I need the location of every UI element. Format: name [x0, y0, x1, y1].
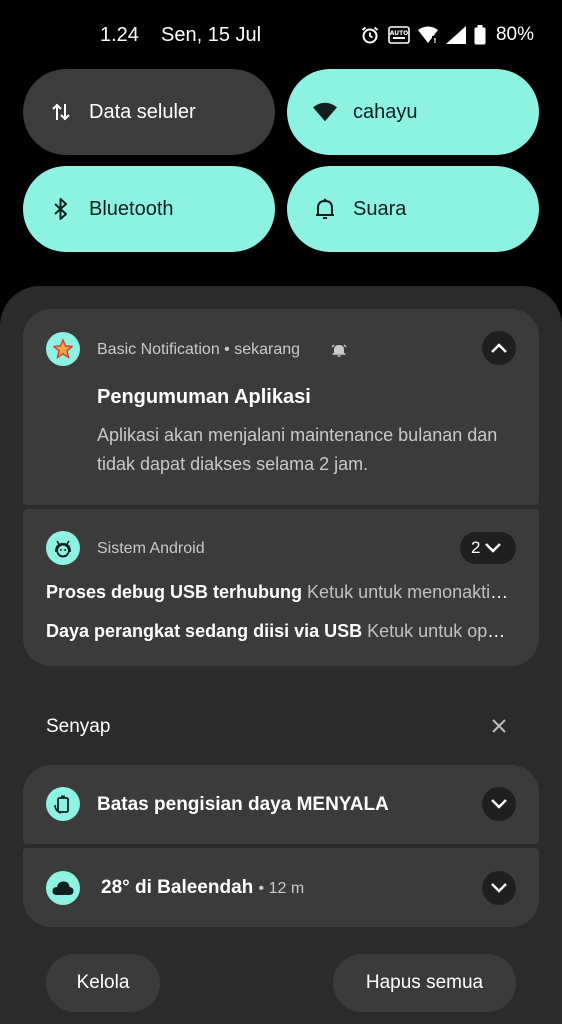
notification-title: Batas pengisian daya MENYALA — [97, 794, 389, 815]
collapse-button[interactable] — [482, 331, 516, 365]
tile-bluetooth[interactable]: Bluetooth — [23, 166, 275, 252]
bell-icon — [313, 197, 337, 221]
tile-label: cahayu — [353, 100, 418, 123]
battery-icon — [474, 25, 486, 45]
notification-title: 28° di Baleendah • 12 m — [101, 877, 305, 898]
list-item[interactable]: Daya perangkat sedang diisi via USB Ketu… — [46, 621, 512, 642]
manage-button[interactable]: Kelola — [46, 954, 160, 1012]
list-item-text: Ketuk untuk opsi lainnya — [367, 621, 512, 641]
notification-time: 12 m — [268, 880, 305, 897]
status-icons: AUTO ! 80% — [360, 22, 534, 48]
battery-protect-icon — [46, 787, 80, 821]
star-app-icon — [46, 332, 80, 366]
tile-sound[interactable]: Suara — [287, 166, 539, 252]
tile-label: Suara — [353, 197, 407, 220]
battery-percent: 80% — [495, 24, 534, 45]
silent-section-label: Senyap — [46, 716, 111, 737]
android-app-icon — [46, 531, 80, 565]
signal-icon — [445, 26, 466, 44]
list-item[interactable]: Proses debug USB terhubung Ketuk untuk m… — [46, 582, 512, 603]
list-item-text: Ketuk untuk menonaktifkan proses debug U… — [307, 582, 512, 602]
notification-card-android-system[interactable]: Sistem Android 2 Proses debug USB terhub… — [23, 509, 539, 666]
app-name: Sistem Android — [97, 540, 205, 557]
alarm-icon — [361, 26, 379, 44]
svg-text:AUTO: AUTO — [390, 30, 409, 37]
expand-button[interactable] — [482, 871, 516, 905]
chevron-down-icon — [485, 543, 502, 553]
notification-header: Basic Notification • sekarang — [97, 341, 301, 358]
notification-card-charging[interactable]: Batas pengisian daya MENYALA — [23, 765, 539, 844]
alert-bell-icon — [331, 344, 347, 357]
clear-all-button[interactable]: Hapus semua — [333, 954, 516, 1012]
group-count: 2 — [471, 538, 481, 557]
chevron-up-icon — [491, 343, 507, 353]
bluetooth-icon — [49, 197, 73, 221]
tile-label: Data seluler — [89, 100, 196, 123]
cloud-icon — [46, 871, 80, 905]
status-date: Sen, 15 Jul — [161, 24, 262, 46]
svg-text:!: ! — [433, 37, 436, 44]
tile-mobile-data[interactable]: Data seluler — [23, 69, 275, 155]
notification-card-basic[interactable]: Basic Notification • sekarang Pengumuman… — [23, 309, 539, 505]
tile-label: Bluetooth — [89, 197, 174, 220]
notification-time: sekarang — [234, 341, 301, 358]
weather-title: 28° di Baleendah — [101, 877, 254, 898]
data-arrows-icon — [49, 100, 73, 124]
tile-wifi[interactable]: cahayu — [287, 69, 539, 155]
app-name: Basic Notification — [97, 341, 220, 358]
chevron-down-icon — [491, 799, 507, 809]
auto-icon: AUTO — [388, 26, 410, 44]
status-bar: 1.24 Sen, 15 Jul AUTO ! 80% — [0, 0, 562, 70]
notification-card-weather[interactable]: 28° di Baleendah • 12 m — [23, 848, 539, 927]
notification-title: Pengumuman Aplikasi — [97, 386, 311, 408]
notification-body: Aplikasi akan menjalani maintenance bula… — [97, 425, 498, 474]
list-item-title: Daya perangkat sedang diisi via USB — [46, 621, 363, 641]
wifi-icon: ! — [417, 26, 438, 44]
expand-button[interactable] — [482, 787, 516, 821]
list-item-title: Proses debug USB terhubung — [46, 582, 303, 602]
close-icon[interactable] — [489, 716, 509, 736]
wifi-icon — [313, 100, 337, 124]
group-expand-button[interactable]: 2 — [460, 532, 516, 564]
chevron-down-icon — [491, 883, 507, 893]
status-time: 1.24 — [100, 24, 139, 46]
